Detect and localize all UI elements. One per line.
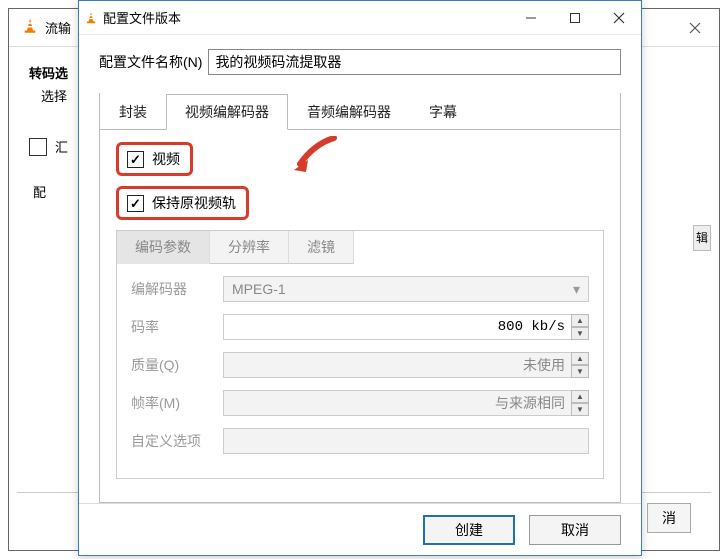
inner-tab-resolution[interactable]: 分辨率 xyxy=(210,231,289,264)
video-checkbox[interactable] xyxy=(127,151,144,168)
inner-tab-filter[interactable]: 滤镜 xyxy=(289,231,354,264)
name-label: 配置文件名称(N) xyxy=(99,52,202,72)
bitrate-up[interactable]: ▲ xyxy=(571,314,589,327)
outer-tab-container: 封装 视频编解码器 音频编解码器 字幕 视频 xyxy=(99,93,621,503)
bg-edit-button-partial[interactable]: 辑 xyxy=(693,225,711,251)
create-button[interactable]: 创建 xyxy=(423,515,515,545)
bitrate-input[interactable]: 800 kb/s xyxy=(223,314,572,340)
bitrate-spinner: ▲ ▼ xyxy=(571,314,589,340)
custom-label: 自定义选项 xyxy=(131,431,223,451)
tab-subtitles[interactable]: 字幕 xyxy=(410,94,476,130)
dialog-title: 配置文件版本 xyxy=(103,8,509,27)
profile-dialog: 配置文件版本 配置文件名称(N) 封装 视频编解码器 音频编解码器 字幕 视 xyxy=(78,0,642,556)
custom-options-input[interactable] xyxy=(223,428,589,454)
video-tab-content: 视频 保持原视频轨 xyxy=(100,130,620,489)
tab-audio-codec[interactable]: 音频编解码器 xyxy=(288,94,410,130)
name-row: 配置文件名称(N) xyxy=(99,49,621,75)
titlebar: 配置文件版本 xyxy=(79,1,641,35)
codec-dropdown[interactable]: MPEG-1 xyxy=(223,276,589,302)
profile-name-input[interactable] xyxy=(208,49,621,75)
quality-label: 质量(Q) xyxy=(131,355,223,375)
video-checkbox-label: 视频 xyxy=(152,149,180,169)
inner-tab-encoding[interactable]: 编码参数 xyxy=(117,231,210,264)
tab-encapsulation[interactable]: 封装 xyxy=(100,94,166,130)
framerate-down[interactable]: ▼ xyxy=(571,403,589,416)
maximize-button[interactable] xyxy=(553,3,597,33)
framerate-spinner: ▲ ▼ xyxy=(571,390,589,416)
inner-tabbar: 编码参数 分辨率 滤镜 xyxy=(117,231,603,264)
codec-label: 编解码器 xyxy=(131,279,223,299)
quality-input[interactable]: 未使用 xyxy=(223,352,572,378)
bg-cancel-partial[interactable]: 消 xyxy=(647,503,691,533)
quality-up[interactable]: ▲ xyxy=(571,352,589,365)
bg-close-button[interactable] xyxy=(671,9,719,47)
red-arrow-annotation xyxy=(294,136,340,177)
bitrate-label: 码率 xyxy=(131,317,223,337)
bitrate-down[interactable]: ▼ xyxy=(571,327,589,340)
inner-tab-container: 编码参数 分辨率 滤镜 编解码器 MPEG-1 码率 800 kb/s xyxy=(116,230,604,479)
outer-tabbar: 封装 视频编解码器 音频编解码器 字幕 xyxy=(100,93,620,130)
tab-video-codec[interactable]: 视频编解码器 xyxy=(166,94,288,130)
close-button[interactable] xyxy=(597,3,641,33)
dialog-content: 配置文件名称(N) 封装 视频编解码器 音频编解码器 字幕 视频 xyxy=(79,35,641,503)
quality-spinner: ▲ ▼ xyxy=(571,352,589,378)
keep-original-label: 保持原视频轨 xyxy=(152,193,236,213)
quality-down[interactable]: ▼ xyxy=(571,365,589,378)
encoding-params-panel: 编解码器 MPEG-1 码率 800 kb/s ▲ ▼ xyxy=(117,264,603,478)
framerate-input[interactable]: 与来源相同 xyxy=(223,390,572,416)
dialog-footer: 创建 取消 xyxy=(79,503,641,555)
dialog-icon xyxy=(79,11,103,25)
bg-title: 流输 xyxy=(45,18,71,37)
framerate-label: 帧率(M) xyxy=(131,393,223,413)
framerate-up[interactable]: ▲ xyxy=(571,390,589,403)
vlc-icon xyxy=(21,17,39,38)
bg-checkbox[interactable] xyxy=(29,138,47,156)
keep-original-checkbox[interactable] xyxy=(127,195,144,212)
bg-chk-label: 汇 xyxy=(55,137,68,156)
minimize-button[interactable] xyxy=(509,3,553,33)
highlight-keep-original-checkbox: 保持原视频轨 xyxy=(116,186,249,220)
cancel-button[interactable]: 取消 xyxy=(529,515,621,545)
highlight-video-checkbox: 视频 xyxy=(116,142,193,176)
